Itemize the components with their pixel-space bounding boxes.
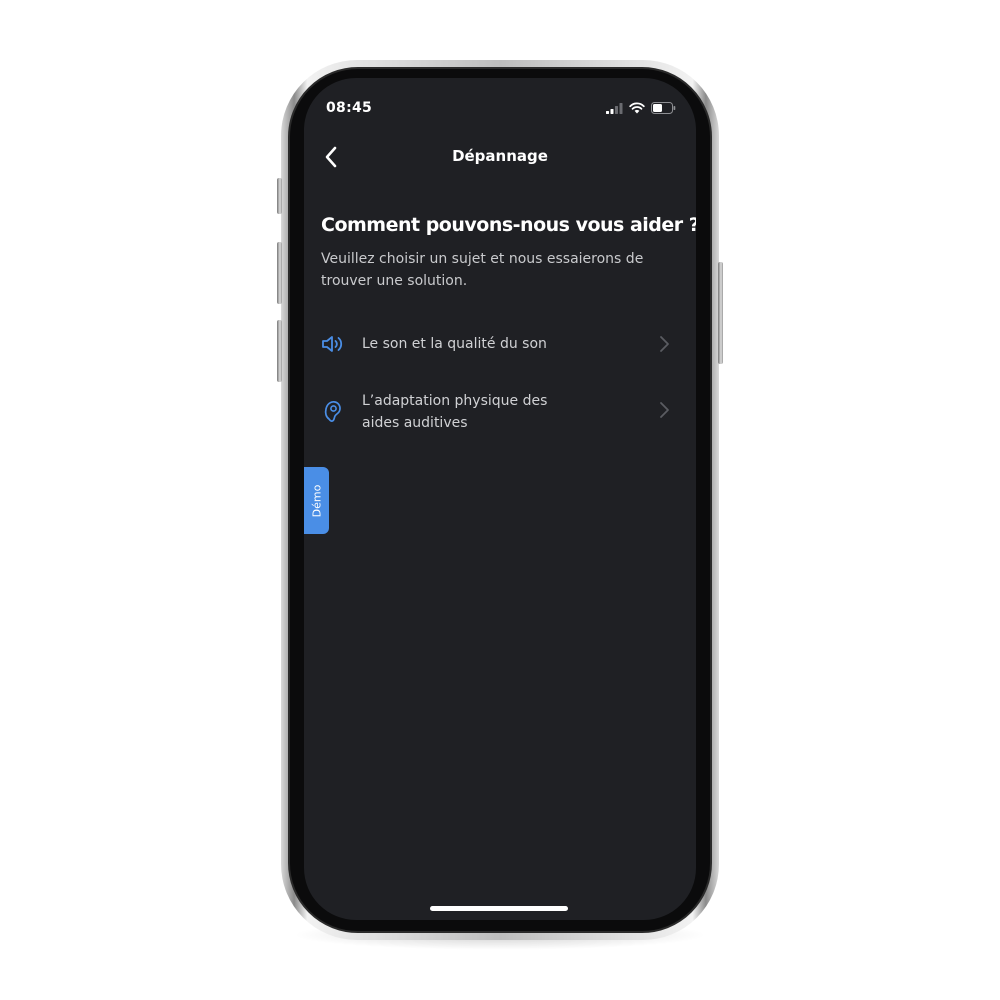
chevron-right-icon bbox=[660, 402, 669, 418]
chevron-right-icon bbox=[660, 336, 669, 352]
stage: 08:45 Dépannage Comment pouvons-nous vou… bbox=[0, 0, 1000, 1000]
navigation-bar: Dépannage bbox=[304, 138, 696, 178]
cellular-signal-icon bbox=[606, 102, 623, 114]
topic-label: L’adaptation physique des aides auditive… bbox=[362, 390, 622, 434]
volume-down-button bbox=[277, 320, 282, 382]
topic-label-line-1: L’adaptation physique des bbox=[362, 393, 548, 409]
help-heading: Comment pouvons-nous vous aider ? bbox=[321, 214, 696, 236]
status-bar: 08:45 bbox=[304, 78, 696, 138]
power-button bbox=[718, 262, 723, 364]
demo-tab[interactable]: Démo bbox=[304, 467, 329, 534]
wifi-icon bbox=[629, 102, 645, 114]
help-subtitle: Veuillez choisir un sujet et nous essaie… bbox=[321, 251, 644, 289]
status-time: 08:45 bbox=[326, 100, 373, 116]
topic-label-line-2: aides auditives bbox=[362, 415, 468, 431]
volume-up-button bbox=[277, 242, 282, 304]
topic-sound-quality[interactable]: Le son et la qualité du son bbox=[304, 318, 696, 370]
hearing-aid-icon bbox=[324, 400, 341, 422]
phone-screen: 08:45 Dépannage Comment pouvons-nous vou… bbox=[304, 78, 696, 920]
status-icons bbox=[606, 102, 676, 114]
topic-physical-fit[interactable]: L’adaptation physique des aides auditive… bbox=[304, 378, 696, 444]
speaker-sound-icon bbox=[322, 336, 343, 352]
page-title: Dépannage bbox=[452, 147, 548, 165]
battery-icon bbox=[651, 102, 676, 114]
home-indicator[interactable] bbox=[430, 906, 568, 911]
demo-tab-label: Démo bbox=[310, 484, 323, 517]
topic-label: Le son et la qualité du son bbox=[362, 336, 547, 352]
silent-switch bbox=[277, 178, 282, 214]
